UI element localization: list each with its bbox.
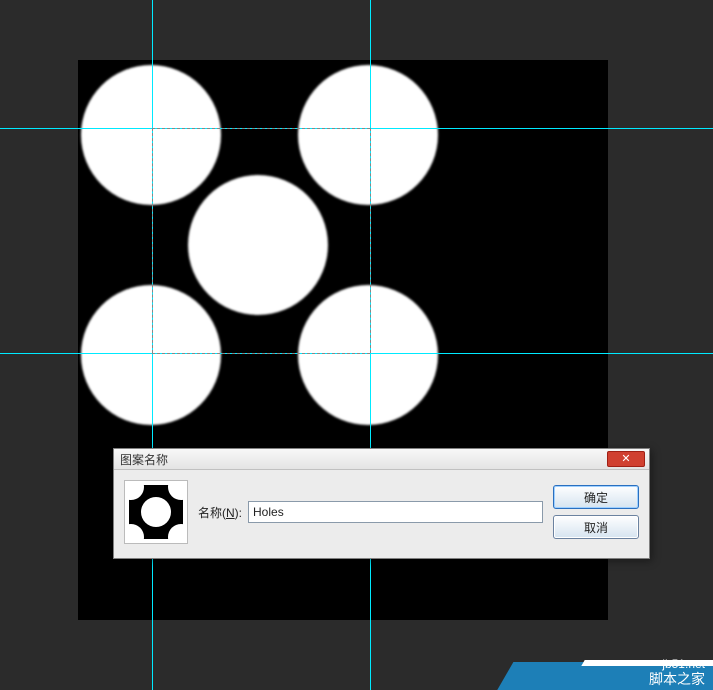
pattern-name-dialog: 图案名称 ✕ 名称(N): 确定 取消 <box>113 448 650 559</box>
name-field-label: 名称(N): <box>198 504 242 521</box>
selection-edge-bottom <box>152 353 370 354</box>
watermark-url: jb51.net <box>649 657 705 671</box>
ok-button-label: 确定 <box>584 489 608 506</box>
close-icon: ✕ <box>621 454 630 465</box>
selection-edge-top <box>152 128 370 129</box>
pattern-preview-swatch <box>124 480 188 544</box>
pattern-name-input[interactable] <box>248 501 543 523</box>
cancel-button[interactable]: 取消 <box>553 515 639 539</box>
shape-circle <box>81 65 221 205</box>
watermark: jb51.net 脚本之家 <box>533 640 713 690</box>
dialog-title-text: 图案名称 <box>120 451 168 468</box>
ok-button[interactable]: 确定 <box>553 485 639 509</box>
shape-circle <box>298 285 438 425</box>
watermark-site: 脚本之家 <box>649 671 705 687</box>
selection-edge-right <box>370 128 371 353</box>
shape-circle <box>81 285 221 425</box>
shape-circle <box>188 175 328 315</box>
selection-edge-left <box>152 128 153 353</box>
dialog-close-button[interactable]: ✕ <box>607 451 645 467</box>
shape-circle <box>298 65 438 205</box>
pattern-preview-icon <box>129 485 183 539</box>
cancel-button-label: 取消 <box>584 519 608 536</box>
dialog-titlebar[interactable]: 图案名称 ✕ <box>114 449 649 470</box>
